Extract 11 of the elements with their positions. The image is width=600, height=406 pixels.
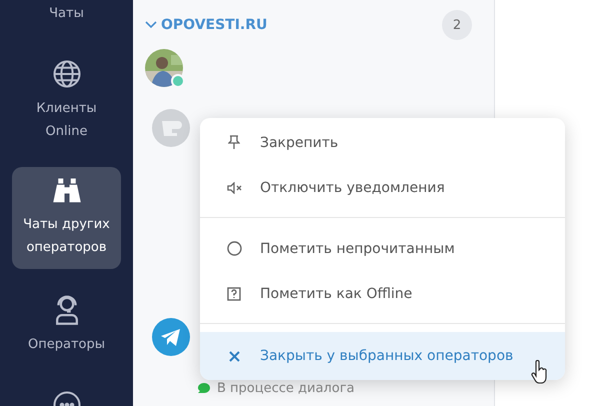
sidebar-item[interactable]: Клиенты Online: [12, 49, 121, 153]
sidebar-item[interactable]: Чаты других операторов: [12, 167, 121, 269]
chat-status: В процессе диалога: [217, 381, 354, 396]
menu-item[interactable]: Закрепить: [200, 120, 565, 165]
sidebar-item[interactable]: Чаты: [12, 0, 121, 35]
menu-item[interactable]: Закрыть у выбранных операторов: [200, 332, 565, 380]
menu-item[interactable]: Пометить непрочитанным: [200, 226, 565, 271]
menu-item[interactable]: Пометить как Offline: [200, 271, 565, 316]
sidebar-item[interactable]: Операторы: [12, 283, 121, 366]
count-badge: 2: [442, 10, 472, 40]
menu-item[interactable]: Отключить уведомления: [200, 165, 565, 210]
